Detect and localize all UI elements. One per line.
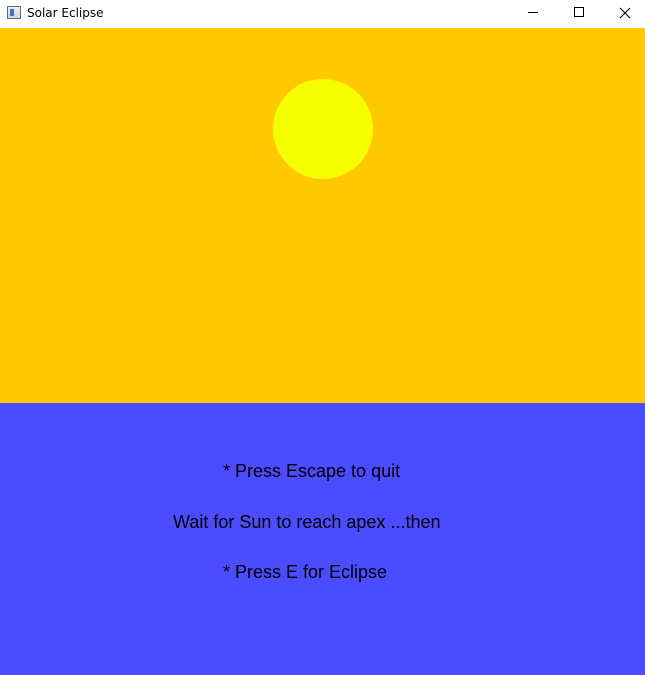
window-title: Solar Eclipse [27, 6, 104, 20]
ground [0, 403, 645, 675]
close-button[interactable] [602, 0, 645, 28]
maximize-button[interactable] [556, 0, 602, 28]
instruction-wait: Wait for Sun to reach apex ...then [173, 512, 441, 532]
minimize-button[interactable] [510, 0, 556, 28]
sun [273, 79, 373, 179]
close-icon [619, 7, 631, 19]
maximize-icon [574, 7, 584, 17]
minimize-icon [528, 12, 538, 13]
sky [0, 28, 645, 403]
instruction-eclipse: * Press E for Eclipse [223, 562, 388, 582]
instruction-escape: * Press Escape to quit [223, 461, 401, 481]
app-window: Solar Eclipse * Press Escape to quit Wai… [0, 0, 645, 675]
app-window-icon[interactable] [7, 6, 21, 19]
scene-canvas[interactable]: * Press Escape to quit Wait for Sun to r… [0, 28, 645, 675]
title-bar[interactable]: Solar Eclipse [0, 0, 645, 28]
